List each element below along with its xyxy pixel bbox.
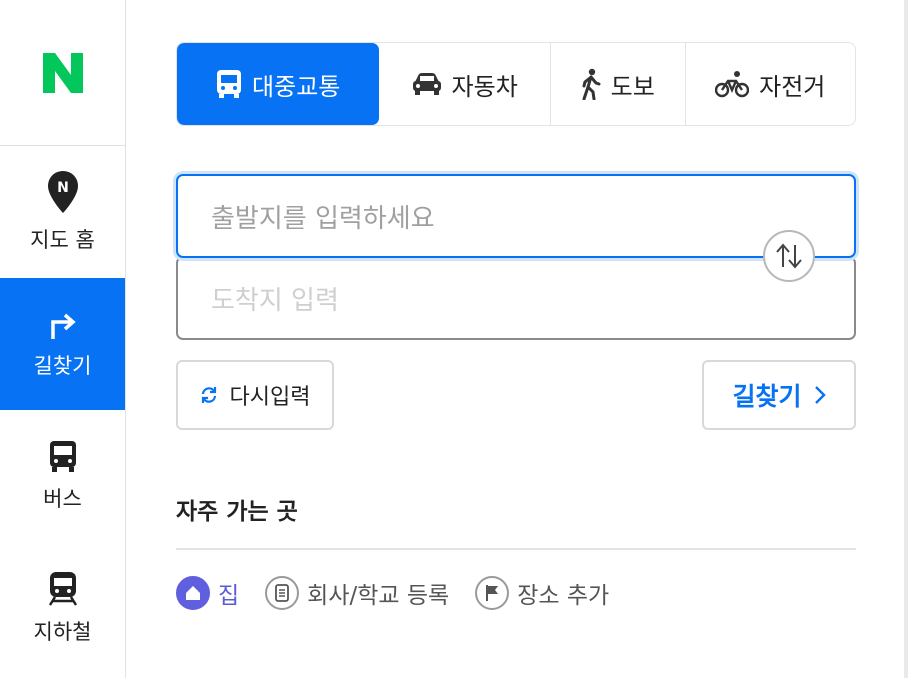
tab-bicycle[interactable]: 자전거: [686, 43, 855, 125]
naver-logo[interactable]: [41, 51, 85, 95]
sidebar-item-subway[interactable]: 지하철: [0, 542, 125, 674]
sidebar-item-label: 버스: [43, 487, 82, 511]
walker-icon: [582, 68, 601, 100]
sidebar-item-label: 지하철: [33, 620, 92, 644]
sidebar-item-map-home[interactable]: N 지도 홈: [0, 146, 125, 278]
turn-right-arrow-icon: [50, 313, 76, 339]
origin-input[interactable]: 출발지를 입력하세요: [176, 174, 856, 258]
svg-text:N: N: [57, 180, 69, 196]
find-route-button[interactable]: 길찾기: [702, 360, 856, 430]
tab-label: 자동차: [451, 72, 518, 101]
sidebar-item-directions[interactable]: 길찾기: [0, 278, 125, 410]
tab-car[interactable]: 자동차: [379, 43, 551, 125]
document-icon: [265, 576, 300, 610]
destination-placeholder: 도착지 입력: [211, 285, 339, 316]
transport-mode-tabs: 대중교통 자동차 도보 자전거: [176, 42, 856, 126]
directions-panel: 대중교통 자동차 도보 자전거 출발지를 입력하세요 도착지 입력 다시입력 길…: [176, 0, 856, 678]
tab-label: 대중교통: [252, 72, 341, 101]
flag-icon: [475, 576, 510, 610]
favorite-home[interactable]: 집: [176, 576, 239, 610]
find-route-label: 길찾기: [732, 382, 802, 411]
swap-arrows-icon: [776, 243, 802, 269]
sidebar-item-bus[interactable]: 버스: [0, 410, 125, 542]
reset-button[interactable]: 다시입력: [176, 360, 334, 430]
sidebar: N 지도 홈 길찾기 버스 지하철: [0, 0, 126, 678]
favorite-work-school[interactable]: 회사/학교 등록: [265, 576, 449, 610]
chevron-right-icon: [814, 386, 826, 404]
home-icon: [176, 576, 210, 610]
favorite-add-place[interactable]: 장소 추가: [475, 576, 609, 610]
train-icon: [48, 572, 77, 606]
sidebar-item-label: 지도 홈: [30, 228, 95, 252]
favorites-list: 집 회사/학교 등록 장소 추가: [176, 574, 635, 612]
origin-placeholder: 출발지를 입력하세요: [211, 203, 435, 234]
window-edge: [904, 0, 908, 678]
tab-public-transit[interactable]: 대중교통: [177, 43, 380, 125]
bicycle-icon: [715, 71, 750, 98]
destination-input[interactable]: 도착지 입력: [176, 256, 856, 340]
map-pin-icon: N: [47, 171, 78, 213]
car-icon: [412, 73, 441, 95]
refresh-icon: [201, 387, 216, 403]
swap-button[interactable]: [763, 230, 815, 282]
logo-area: [0, 0, 125, 146]
favorite-label: 집: [218, 583, 240, 609]
tab-label: 자전거: [759, 72, 826, 101]
tab-label: 도보: [610, 72, 655, 101]
bus-icon: [49, 441, 76, 472]
sidebar-item-label: 길찾기: [33, 354, 92, 378]
divider: [176, 548, 856, 550]
tab-walk[interactable]: 도보: [551, 43, 686, 125]
bus-icon: [217, 70, 242, 98]
favorite-label: 회사/학교 등록: [307, 583, 450, 609]
favorites-title: 자주 가는 곳: [176, 499, 298, 525]
favorite-label: 장소 추가: [517, 583, 610, 609]
reset-label: 다시입력: [229, 385, 311, 410]
